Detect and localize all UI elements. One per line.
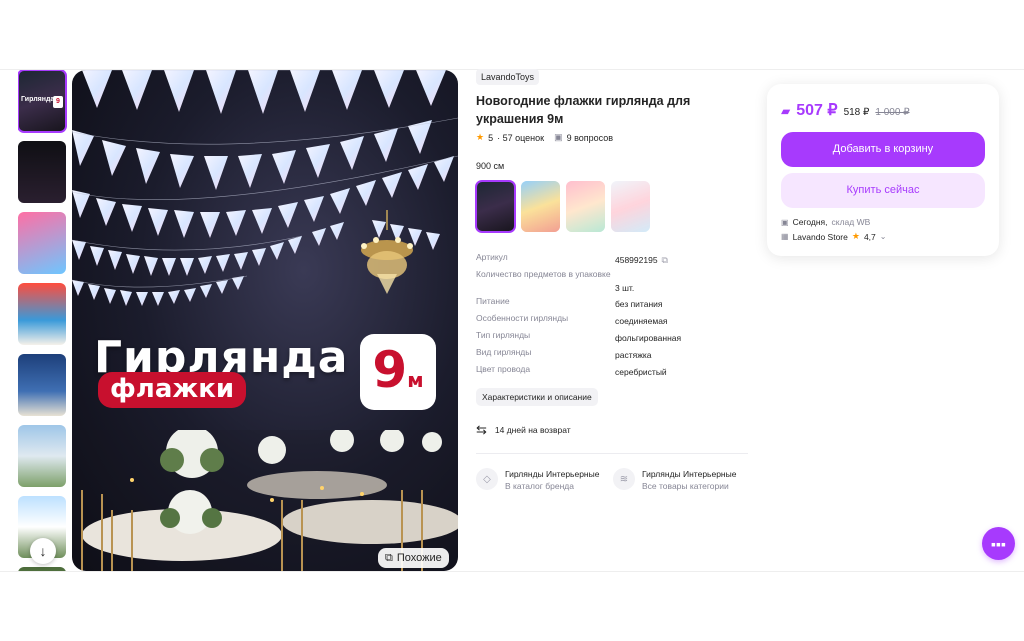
product-title: Новогодние флажки гирлянда для украшения… [476, 94, 691, 126]
questions-count[interactable]: 9 вопросов [567, 133, 613, 143]
reviews-count[interactable]: · 57 оценок [497, 133, 544, 143]
category-link-subtitle: В каталог бренда [505, 481, 574, 491]
return-policy-text: 14 дней на возврат [494, 425, 571, 435]
category-link-subtitle: Все товары категории [642, 481, 729, 491]
spec-row: Тип гирлянды фольгированная [476, 330, 716, 347]
spec-row: Артикул 458992195 ⧉ [476, 252, 716, 269]
buy-now-button[interactable]: Купить сейчас [781, 173, 985, 208]
return-policy: ⇆ 14 дней на возврат [476, 422, 571, 438]
price-row: ▰ 507 ₽ 518 ₽ 1 000 ₽ [781, 100, 910, 120]
spec-value: растяжка [615, 350, 652, 360]
spec-row: Особенности гирлянды соединяемая [476, 313, 716, 330]
spec-key: Количество предметов в упаковке [476, 269, 611, 279]
spec-key: Особенности гирлянды [476, 313, 569, 323]
spec-key: Цвет провода [476, 364, 531, 374]
spec-key: Вид гирлянды [476, 347, 532, 357]
category-link-title: Гирлянды Интерьерные [642, 469, 737, 479]
hero-badge-unit: м [407, 368, 424, 392]
thumbnail-badge: 9 [53, 96, 63, 108]
spec-key: Артикул [476, 252, 508, 262]
rating-row[interactable]: ★ 5 · 57 оценок ▣ 9 вопросов [476, 132, 613, 143]
thumbnail[interactable] [18, 141, 66, 203]
specs-table: Артикул 458992195 ⧉ Количество предметов … [476, 252, 716, 381]
variant-option[interactable] [566, 181, 605, 232]
variant-option[interactable] [611, 181, 650, 232]
rating-value: 5 [488, 132, 494, 143]
spec-row: Питание без питания [476, 296, 716, 313]
spec-value: 3 шт. [615, 282, 635, 293]
thumbnail-label: Гирлянда [21, 96, 55, 103]
category-all-link[interactable]: ≋ Гирлянды Интерьерные Все товары катего… [613, 468, 736, 492]
spec-key: Тип гирлянды [476, 330, 531, 340]
buy-box: ▰ 507 ₽ 518 ₽ 1 000 ₽ Добавить в корзину… [767, 84, 999, 256]
brand-chip[interactable]: LavandoToys [476, 69, 540, 85]
star-icon: ★ [851, 231, 860, 241]
thumbnail[interactable] [18, 283, 66, 345]
price-wallet: 507 ₽ [796, 102, 838, 119]
spec-value: фольгированная [615, 333, 682, 343]
thumbnails-scroll-down-button[interactable]: ↓ [30, 538, 56, 564]
hero-badge-number: 9 [372, 341, 408, 399]
stack-icon: ≋ [613, 468, 635, 490]
seller-rating: 4,7 [863, 231, 876, 242]
spec-value: серебристый [615, 367, 667, 377]
hero-subtitle: флажки [98, 372, 247, 408]
chat-icon: ▪▪▪ [991, 535, 1006, 552]
main-product-image[interactable]: Гирлянда флажки 9 м ⧉ Похожие [72, 70, 458, 571]
variant-option[interactable] [521, 181, 560, 232]
price-old: 1 000 ₽ [875, 107, 910, 118]
top-header-area [0, 0, 1024, 70]
spec-key: Питание [476, 296, 510, 306]
bottom-area [0, 571, 1024, 641]
chat-button[interactable]: ▪▪▪ [982, 527, 1015, 560]
tag-icon: ◇ [476, 468, 498, 490]
divider [476, 453, 748, 454]
similar-icon: ⧉ [385, 551, 393, 564]
size-label: 900 см [476, 161, 505, 171]
hero-length-badge: 9 м [360, 334, 436, 410]
category-link-title: Гирлянды Интерьерные [505, 469, 600, 479]
spec-row: Вид гирлянды растяжка [476, 347, 716, 364]
thumbnail[interactable] [18, 425, 66, 487]
price-regular: 518 ₽ [843, 107, 870, 118]
thumbnail[interactable]: Гирлянда 9 [18, 70, 67, 133]
arrow-down-icon: ↓ [39, 543, 47, 559]
thumbnail[interactable] [18, 354, 66, 416]
seller-info[interactable]: ▦ Lavando Store ★ 4,7 ⌄ [781, 231, 886, 242]
brand-catalog-link[interactable]: ◇ Гирлянды Интерьерные В каталог бренда [476, 468, 599, 492]
store-icon: ▦ [781, 232, 789, 241]
spec-value: без питания [615, 299, 663, 309]
question-icon: ▣ [554, 132, 563, 142]
thumbnail-list[interactable]: Гирлянда 9 [18, 70, 70, 571]
chevron-down-icon[interactable]: ⌄ [880, 232, 887, 241]
spec-value: 458992195 ⧉ [615, 252, 668, 269]
return-icon: ⇆ [476, 422, 487, 437]
similar-products-button[interactable]: ⧉ Похожие [378, 548, 449, 568]
variant-option[interactable] [475, 180, 516, 233]
chandelier-illustration [361, 210, 413, 294]
spec-row: Количество предметов в упаковке 3 шт. [476, 269, 716, 296]
spec-row: Цвет провода серебристый [476, 364, 716, 381]
wallet-icon: ▰ [781, 104, 791, 118]
spec-value: соединяемая [615, 316, 668, 326]
delivery-info: ▣ Сегодня, склад WB [781, 217, 870, 227]
article-number: 458992195 [615, 255, 658, 265]
delivery-warehouse: склад WB [831, 217, 871, 227]
similar-label: Похожие [396, 552, 442, 564]
add-to-cart-button[interactable]: Добавить в корзину [781, 132, 985, 167]
thumbnail[interactable] [18, 212, 66, 274]
star-icon: ★ [476, 132, 485, 142]
variant-list[interactable] [475, 180, 650, 233]
characteristics-button[interactable]: Характеристики и описание [476, 388, 598, 406]
copy-icon[interactable]: ⧉ [662, 255, 668, 266]
seller-name[interactable]: Lavando Store [793, 232, 848, 242]
box-icon: ▣ [781, 217, 789, 227]
delivery-day: Сегодня, [792, 217, 828, 227]
